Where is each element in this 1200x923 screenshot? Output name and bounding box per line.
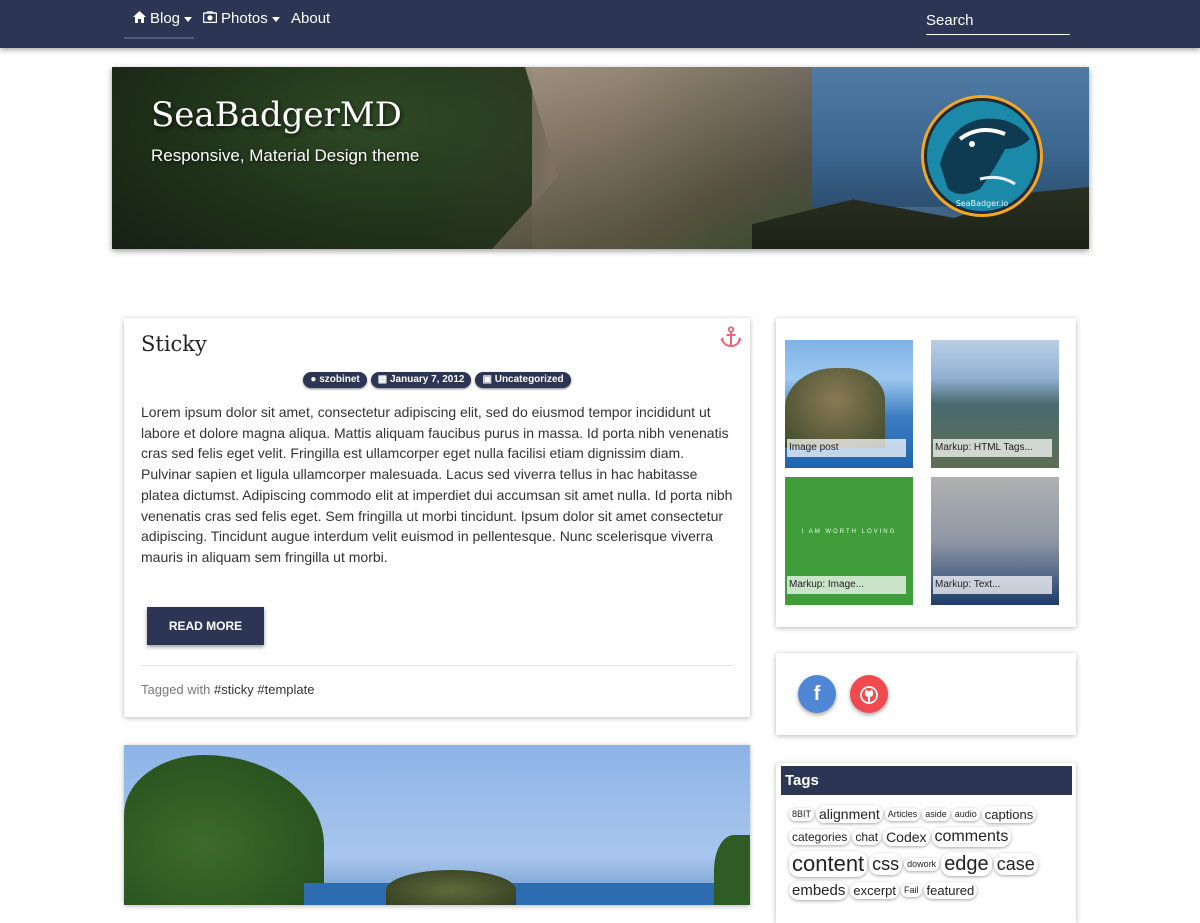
tag-cloud-item[interactable]: edge xyxy=(941,852,992,876)
chevron-down-icon xyxy=(184,16,193,22)
tag-cloud-item[interactable]: excerpt xyxy=(850,882,900,899)
date-chip[interactable]: ▦ January 7, 2012 xyxy=(370,372,472,388)
nav-photos-label: Photos xyxy=(221,10,268,27)
site-header-banner: SeaBadgerMD Responsive, Material Design … xyxy=(112,67,1089,249)
tag-cloud: 8BIT alignment Articles aside audio captions c… xyxy=(788,803,1068,902)
nav-blog-menu[interactable]: Blog xyxy=(133,0,193,38)
social-links: f xyxy=(776,653,1076,735)
site-tagline: Responsive, Material Design theme xyxy=(151,146,420,165)
author-name: szobinet xyxy=(319,374,360,385)
nav-photos-menu[interactable]: Photos xyxy=(202,0,280,38)
tag-cloud-item[interactable]: alignment xyxy=(816,805,883,823)
post-meta: ● szobinet ▦ January 7, 2012 ▣ Uncategor… xyxy=(124,372,750,388)
thumb-overlay-text: I AM WORTH LOVING xyxy=(801,529,897,535)
tag-cloud-item[interactable]: embeds xyxy=(789,881,849,900)
logo-text: SeaBadger.io xyxy=(956,199,1009,208)
tag-cloud-item[interactable]: Articles xyxy=(884,807,921,821)
image-sea xyxy=(304,883,750,905)
tag-cloud-item[interactable]: chat xyxy=(852,829,882,845)
recent-posts-gallery: Image post Markup: HTML Tags... I AM WOR… xyxy=(776,318,1076,627)
anchor-icon xyxy=(720,326,742,354)
tag-cloud-item[interactable]: content xyxy=(789,851,868,877)
gallery-thumb[interactable]: Image post xyxy=(785,340,913,468)
post-title[interactable]: Sticky xyxy=(141,332,207,356)
tag-cloud-item[interactable]: Codex xyxy=(883,828,930,846)
tag-cloud-item[interactable]: aside xyxy=(922,807,950,821)
folder-icon: ▣ xyxy=(482,374,495,385)
nav-blog-label: Blog xyxy=(150,10,181,27)
image-hill xyxy=(124,755,324,905)
active-nav-indicator xyxy=(124,37,194,39)
thumb-caption: Image post xyxy=(787,439,906,457)
tags-prefix: Tagged with xyxy=(141,682,211,697)
home-icon xyxy=(133,0,146,38)
post-divider xyxy=(141,665,734,666)
thumb-rock xyxy=(785,368,885,448)
post-category: Uncategorized xyxy=(494,374,564,385)
github-icon xyxy=(859,683,879,705)
github-button[interactable] xyxy=(850,675,888,713)
tag-cloud-item[interactable]: Fail xyxy=(901,884,922,897)
post-date: January 7, 2012 xyxy=(389,374,465,385)
tag-link-template[interactable]: #template xyxy=(257,682,314,697)
post-featured-image[interactable] xyxy=(124,745,750,905)
thumb-caption: Markup: Image... xyxy=(787,576,906,594)
site-title[interactable]: SeaBadgerMD xyxy=(151,95,402,135)
chevron-down-icon xyxy=(271,16,280,22)
thumb-caption: Markup: Text... xyxy=(933,576,1052,594)
tag-cloud-item[interactable]: case xyxy=(993,853,1038,875)
tag-cloud-item[interactable]: comments xyxy=(931,827,1012,847)
tags-widget: Tags 8BIT alignment Articles aside audio capt… xyxy=(776,763,1076,923)
camera-icon xyxy=(202,0,218,38)
category-chip[interactable]: ▣ Uncategorized xyxy=(475,372,571,388)
tag-cloud-item[interactable]: dowork xyxy=(904,857,940,871)
nav-about-link[interactable]: About xyxy=(291,0,330,38)
tag-cloud-item[interactable]: 8BIT xyxy=(789,807,815,821)
tag-link-sticky[interactable]: #sticky xyxy=(214,682,254,697)
gallery-thumb[interactable]: Markup: Text... xyxy=(931,477,1059,605)
thumb-caption: Markup: HTML Tags... xyxy=(933,439,1052,457)
post-tags: Tagged with #sticky #template xyxy=(141,682,314,697)
post-excerpt: Lorem ipsum dolor sit amet, consectetur … xyxy=(141,404,733,565)
top-navbar: Blog Photos About xyxy=(0,0,1200,48)
tag-cloud-item[interactable]: captions xyxy=(981,805,1037,823)
tag-cloud-item[interactable]: css xyxy=(869,853,903,875)
facebook-button[interactable]: f xyxy=(798,675,836,713)
nav-about-label: About xyxy=(291,10,331,27)
search-input[interactable] xyxy=(926,6,1070,35)
facebook-icon: f xyxy=(813,683,821,705)
tag-cloud-item[interactable]: categories xyxy=(789,829,851,845)
tag-cloud-item[interactable]: audio xyxy=(951,807,980,821)
user-icon: ● xyxy=(310,374,320,385)
seabadger-logo[interactable]: SeaBadger.io xyxy=(920,94,1044,218)
post-card-sticky: Sticky ● szobinet ▦ January 7, 2012 ▣ Un… xyxy=(124,318,750,717)
calendar-icon: ▦ xyxy=(377,374,390,385)
author-chip[interactable]: ● szobinet xyxy=(303,372,367,388)
gallery-thumb[interactable]: Markup: HTML Tags... xyxy=(931,340,1059,468)
gallery-thumb[interactable]: I AM WORTH LOVING Markup: Image... xyxy=(785,477,913,605)
image-bush xyxy=(714,835,750,905)
tags-widget-title: Tags xyxy=(781,766,1072,795)
read-more-button[interactable]: READ MORE xyxy=(147,607,264,645)
tag-cloud-item[interactable]: featured xyxy=(923,882,978,899)
